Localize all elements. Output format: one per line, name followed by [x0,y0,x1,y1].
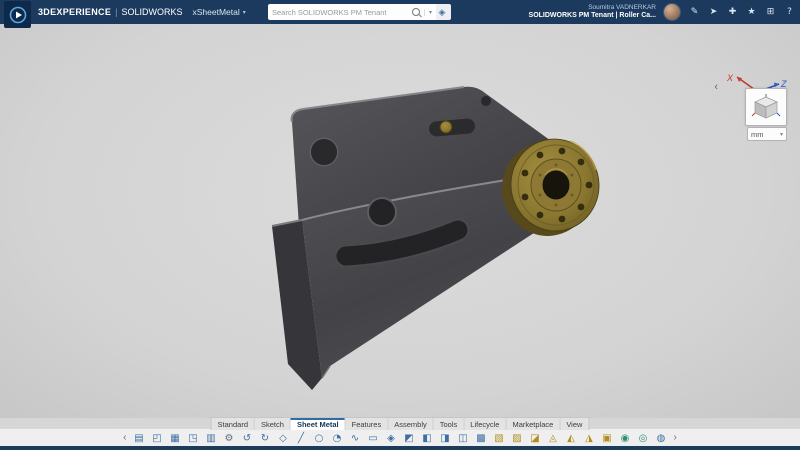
tab-assembly[interactable]: Assembly [388,418,434,430]
bend-icon[interactable]: ◮ [582,431,597,446]
center-bore[interactable] [543,171,570,200]
taskbar-strip [0,446,800,450]
mirror-icon[interactable]: ◫ [456,431,471,446]
tab-lifecycle[interactable]: Lifecycle [464,418,506,430]
spline-icon[interactable]: ∿ [348,431,363,446]
export-icon[interactable]: ◳ [186,431,201,446]
graphics-viewport[interactable]: X Z ‹ mm ▾ [0,24,800,418]
forming-tool-icon[interactable]: ◎ [636,431,651,446]
hem-icon[interactable]: ◬ [546,431,561,446]
compass-icon [8,5,28,25]
base-flange-icon[interactable]: ▧ [492,431,507,446]
global-search[interactable]: Search SOLIDWORKS PM Tenant ▾ [268,4,436,20]
apps-grid-icon[interactable]: ⊞ [764,7,777,17]
search-icon[interactable] [412,8,420,16]
top-bar-right: Soumitra VADNERKAR SOLIDWORKS PM Tenant … [529,0,796,24]
toolbar-scroll-right[interactable]: › [669,433,682,443]
flatten-icon[interactable]: ▣ [600,431,615,446]
polygon-icon[interactable]: ◈ [384,431,399,446]
circle-icon[interactable]: ○ [312,431,327,446]
offset-icon[interactable]: ◨ [438,431,453,446]
search-scope-chevron-icon[interactable]: ▾ [424,9,432,16]
chevron-down-icon: ▾ [243,9,246,16]
tab-sketch[interactable]: Sketch [255,418,291,430]
part-3d-view[interactable] [0,24,800,418]
measure-icon[interactable]: ◍ [654,431,669,446]
tab-tools[interactable]: Tools [434,418,465,430]
view-cube-icon [751,93,781,121]
brand-3dexperience: 3DEXPERIENCE [38,7,111,17]
line-icon[interactable]: ╱ [294,431,309,446]
panel-collapse-chevron[interactable]: ‹ [714,82,718,93]
edge-flange-icon[interactable]: ▨ [510,431,525,446]
tag-icon: ◈ [439,7,446,18]
compose-icon[interactable]: ✎ [688,7,701,17]
tenant-label: SOLIDWORKS PM Tenant | Roller Ca... [529,12,656,20]
tab-features[interactable]: Features [346,418,389,430]
open-icon[interactable]: ◰ [150,431,165,446]
tab-sheet-metal[interactable]: Sheet Metal [291,418,346,430]
top-bar: 3DEXPERIENCE | SOLIDWORKS xSheetMetal ▾ … [0,0,800,24]
settings-gear-icon[interactable]: ⚙ [222,431,237,446]
paste-icon[interactable]: ▤ [132,431,147,446]
user-block[interactable]: Soumitra VADNERKAR SOLIDWORKS PM Tenant … [529,4,656,20]
rectangle-icon[interactable]: ▭ [366,431,381,446]
avatar[interactable] [663,3,681,21]
miter-flange-icon[interactable]: ◪ [528,431,543,446]
tab-view[interactable]: View [560,418,588,430]
units-value: mm [751,130,764,139]
favorites-icon[interactable]: ★ [745,7,758,17]
toolbar-scroll-left[interactable]: ‹ [118,433,131,443]
workspace-switcher[interactable]: xSheetMetal ▾ [192,7,245,17]
front-hole[interactable] [369,199,395,225]
share-icon[interactable]: ➤ [707,7,720,17]
tag-button[interactable]: ◈ [433,4,451,20]
save-icon[interactable]: ▦ [168,431,183,446]
workspace-label: xSheetMetal [192,7,239,17]
units-dropdown[interactable]: mm ▾ [747,127,787,141]
trim-icon[interactable]: ◩ [402,431,417,446]
brass-pin[interactable] [440,121,452,133]
arc-icon[interactable]: ◔ [330,431,345,446]
convert-icon[interactable]: ◧ [420,431,435,446]
tab-standard[interactable]: Standard [212,418,255,430]
plane-icon[interactable]: ◇ [276,431,291,446]
toolbar-icons: ▤◰▦◳▥⚙↺↻◇╱○◔∿▭◈◩◧◨◫▩▧▨◪◬◭◮▣◉◎◍ [132,431,669,446]
brand-divider: | [115,7,117,17]
jog-icon[interactable]: ◭ [564,431,579,446]
search-input[interactable]: Search SOLIDWORKS PM Tenant [272,8,408,17]
action-toolbar: ‹ ▤◰▦◳▥⚙↺↻◇╱○◔∿▭◈◩◧◨◫▩▧▨◪◬◭◮▣◉◎◍ › [0,428,800,447]
chevron-down-icon: ▾ [780,131,783,138]
x-axis-label: X [726,73,734,83]
corner-icon[interactable]: ◉ [618,431,633,446]
redo-icon[interactable]: ↻ [258,431,273,446]
tab-marketplace[interactable]: Marketplace [506,418,560,430]
user-name: Soumitra VADNERKAR [529,4,656,11]
add-user-icon[interactable]: ✚ [726,7,739,17]
brand-title: 3DEXPERIENCE | SOLIDWORKS [38,7,182,17]
header-icon-group: ✎ ➤ ✚ ★ ⊞? [688,7,796,17]
print-icon[interactable]: ▥ [204,431,219,446]
help-icon[interactable]: ? [783,7,796,17]
pattern-icon[interactable]: ▩ [474,431,489,446]
view-cube-widget[interactable] [745,88,787,126]
undo-icon[interactable]: ↺ [240,431,255,446]
brand-solidworks: SOLIDWORKS [121,7,182,17]
ribbon-tabs: StandardSketchSheet MetalFeaturesAssembl… [211,417,590,430]
3dexperience-compass-logo[interactable] [4,1,31,28]
